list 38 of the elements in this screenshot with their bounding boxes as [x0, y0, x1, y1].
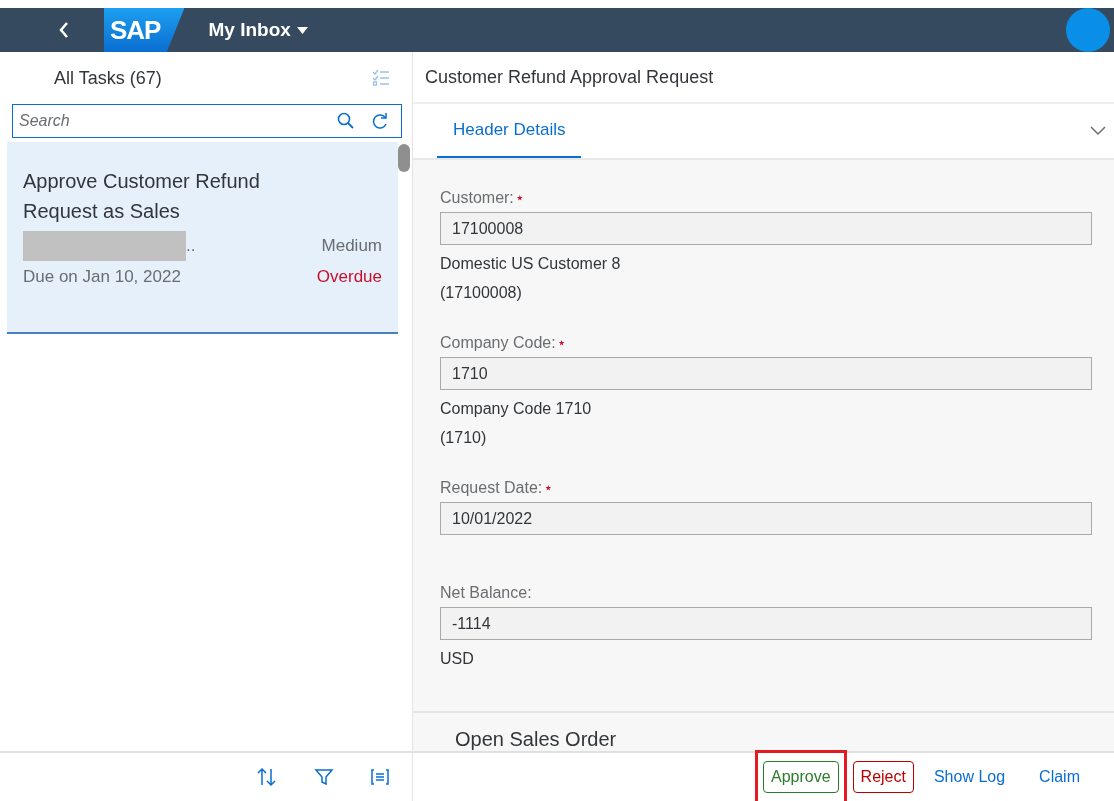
field-label: Net Balance:	[440, 584, 532, 602]
input-field[interactable]: -1114	[440, 607, 1092, 640]
task-title: Approve Customer Refund Request as Sales	[23, 169, 261, 224]
logo[interactable]: SAP	[104, 8, 185, 52]
scrollbar-thumb[interactable]	[398, 144, 410, 172]
task-priority: Medium	[321, 235, 382, 256]
input-field[interactable]: 1710	[440, 357, 1092, 390]
sort-icon[interactable]	[256, 767, 278, 787]
link-button[interactable]: Show Log	[919, 762, 1020, 792]
creator-ellipsis: ..	[186, 235, 196, 256]
filter-icon[interactable]	[314, 767, 334, 787]
back-icon[interactable]	[58, 21, 70, 39]
input-field[interactable]: 17100008	[440, 212, 1092, 245]
caret-icon[interactable]	[296, 26, 308, 34]
app-title-menu[interactable]: My Inbox	[208, 19, 308, 41]
avatar-icon[interactable]	[1066, 8, 1110, 52]
field-description: Domestic US Customer 8 (17100008)	[440, 254, 622, 303]
approve-button[interactable]: Approve	[763, 761, 839, 793]
search-bar[interactable]: Search	[12, 104, 402, 138]
tab[interactable]: Header Details	[437, 104, 582, 158]
section-title: Open Sales Order	[455, 728, 617, 751]
task-status: Overdue	[316, 266, 382, 287]
link-button[interactable]: Claim	[1025, 762, 1094, 792]
task-due-date: Due on Jan 10, 2022	[23, 266, 181, 287]
chevron-down-icon[interactable]	[1090, 126, 1106, 136]
detail-title: Customer Refund Approval Request	[413, 52, 1114, 104]
input-field[interactable]: 10/01/2022	[440, 502, 1092, 535]
task-item[interactable]: Approve Customer Refund Request as Sales .. Medium Due on Jan 10, 2022 Overdue	[7, 142, 398, 334]
field-label: Request Date:	[440, 479, 543, 497]
search-icon[interactable]	[337, 112, 355, 130]
list-title: All Tasks (67)	[54, 67, 162, 89]
field-label: Company Code:	[440, 334, 556, 352]
field-description: Company Code 1710 (1710)	[440, 399, 593, 448]
refresh-icon[interactable]	[371, 112, 389, 130]
reject-button[interactable]: Reject	[852, 761, 914, 793]
field-description: USD	[440, 649, 475, 669]
field-label: Customer:	[440, 189, 514, 207]
group-icon[interactable]	[370, 767, 390, 787]
